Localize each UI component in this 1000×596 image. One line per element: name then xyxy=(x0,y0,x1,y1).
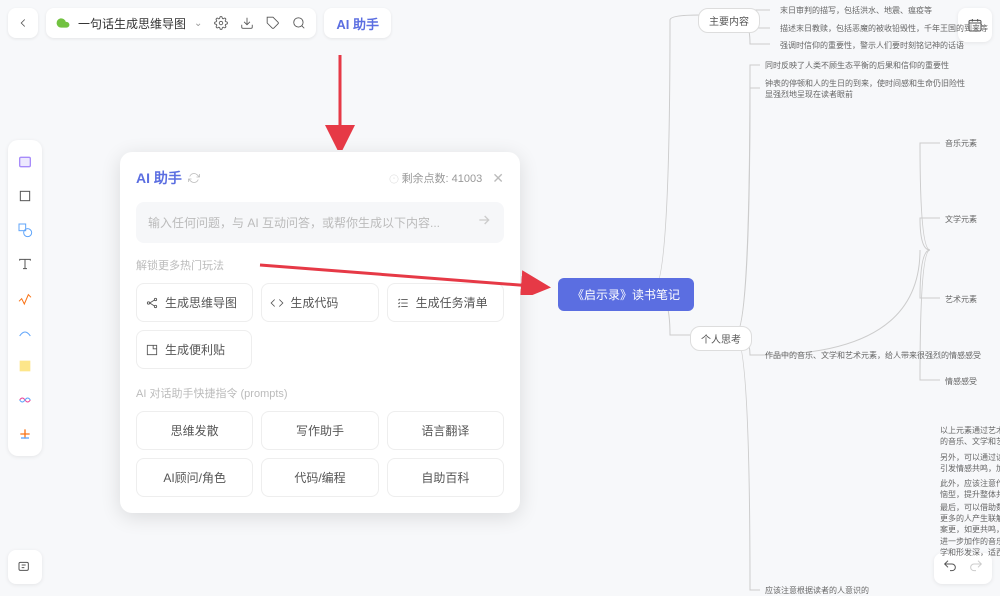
leaf-t10[interactable]: 此外，应该注意作品板恼型，提升整体共 xyxy=(940,478,1000,500)
quick-code-label: 生成代码 xyxy=(290,294,338,311)
tool-shape[interactable] xyxy=(11,216,39,244)
layers-icon xyxy=(17,559,33,575)
chevron-down-icon: ⌄ xyxy=(194,18,202,29)
top-toolbar: 一句话生成思维导图 ⌄ AI 助手 xyxy=(8,8,391,38)
quick-mindmap-label: 生成思维导图 xyxy=(165,294,237,311)
tool-pen[interactable] xyxy=(11,284,39,312)
mindmap-canvas[interactable]: 主要内容 个人思考 末日审判的描写，包括洪水、地震、瘟疫等 描述末日教赎，包括恶… xyxy=(660,0,1000,594)
quick-actions-row2: 生成便利贴 xyxy=(136,330,504,369)
leaf-art[interactable]: 艺术元素 xyxy=(945,294,977,305)
cloud-icon xyxy=(56,16,70,30)
quick-code[interactable]: 生成代码 xyxy=(261,283,378,322)
leaf-thought-1[interactable]: 同时反映了人类不顾生态平衡的后果和信仰的重要性 xyxy=(765,60,949,71)
leaf-t9[interactable]: 另外，可以通过读本会引发情感共鸣，加深 xyxy=(940,452,1000,474)
ai-input-container xyxy=(136,202,504,243)
layers-button[interactable] xyxy=(8,550,42,584)
prompts-section-label: AI 对话助手快捷指令 (prompts) xyxy=(136,385,504,401)
tool-mindmap[interactable] xyxy=(11,386,39,414)
leaf-main-2[interactable]: 描述末日教赎，包括恶魔的被收铅毁性，千年王国的到来等 xyxy=(780,23,988,34)
tool-frame[interactable] xyxy=(11,182,39,210)
leaf-emotion[interactable]: 情感感受 xyxy=(945,376,977,387)
tool-more[interactable] xyxy=(11,420,39,448)
branch-personal-thoughts[interactable]: 个人思考 xyxy=(690,326,752,351)
sticky-icon xyxy=(145,343,159,357)
ai-panel-meta: 剩余点数: 41003 ✕ xyxy=(389,170,505,187)
branch-main-content[interactable]: 主要内容 xyxy=(698,8,760,33)
quick-mindmap[interactable]: 生成思维导图 xyxy=(136,283,253,322)
tool-sticky[interactable] xyxy=(11,352,39,380)
send-button[interactable] xyxy=(476,212,492,233)
prompts-grid: 思维发散 写作助手 语言翻译 AI顾问/角色 代码/编程 自助百科 xyxy=(136,411,504,497)
document-title-bar[interactable]: 一句话生成思维导图 ⌄ xyxy=(46,8,316,38)
points-remaining: 剩余点数: 41003 xyxy=(389,170,483,186)
leaf-thought-6[interactable]: 作品中的音乐、文学和艺术元素，给人带来很强烈的情感感受 xyxy=(765,350,981,361)
prompt-translate[interactable]: 语言翻译 xyxy=(387,411,504,450)
leaf-main-3[interactable]: 强调时信仰的重要性，警示人们要时刻铭记神的话语 xyxy=(780,40,964,51)
ai-title-text: AI 助手 xyxy=(136,168,182,188)
checklist-icon xyxy=(396,296,410,310)
document-title: 一句话生成思维导图 xyxy=(78,15,186,32)
leaf-literature[interactable]: 文学元素 xyxy=(945,214,977,225)
quick-section-label: 解锁更多热门玩法 xyxy=(136,257,504,273)
prompt-encyclopedia[interactable]: 自助百科 xyxy=(387,458,504,497)
mindmap-icon xyxy=(145,296,159,310)
prompt-brainstorm[interactable]: 思维发散 xyxy=(136,411,253,450)
quick-sticky[interactable]: 生成便利贴 xyxy=(136,330,252,369)
quick-tasks-label: 生成任务清单 xyxy=(416,294,488,311)
back-button[interactable] xyxy=(8,8,38,38)
quick-sticky-label: 生成便利贴 xyxy=(165,341,225,358)
refresh-icon[interactable] xyxy=(188,172,200,184)
leaf-main-1[interactable]: 末日审判的描写，包括洪水、地震、瘟疫等 xyxy=(780,5,932,16)
prompt-consultant[interactable]: AI顾问/角色 xyxy=(136,458,253,497)
leaf-t8[interactable]: 以上元素通过艺术家中的音乐、文学和艺 xyxy=(940,425,1000,447)
prompt-writing[interactable]: 写作助手 xyxy=(261,411,378,450)
quick-tasks[interactable]: 生成任务清单 xyxy=(387,283,504,322)
tool-text[interactable] xyxy=(11,250,39,278)
left-tools-panel xyxy=(8,140,42,456)
leaf-thought-2[interactable]: 钟表的停顿和人的生日的到来，使时间感和生命仍旧险性显强烈地呈现在读者眼前 xyxy=(765,78,965,100)
points-text: 剩余点数: 41003 xyxy=(402,173,483,185)
ai-panel-title: AI 助手 xyxy=(136,168,200,188)
search-icon[interactable] xyxy=(292,16,306,30)
annotation-arrow-down xyxy=(320,50,360,150)
chevron-left-icon xyxy=(16,16,30,30)
send-icon xyxy=(476,212,492,228)
leaf-t11[interactable]: 最后，可以借助数学让更多的人产生联解决方案更，如更共鸣，从而进一步加作的音乐、文… xyxy=(940,502,1000,558)
tool-template[interactable] xyxy=(11,148,39,176)
close-button[interactable]: ✕ xyxy=(492,170,504,187)
quick-actions-row1: 生成思维导图 生成代码 生成任务清单 xyxy=(136,283,504,322)
ai-prompt-input[interactable] xyxy=(148,216,468,230)
ai-assistant-panel: AI 助手 剩余点数: 41003 ✕ 解锁更多热门玩法 生成思维导图 生成代码 xyxy=(120,152,520,513)
ai-assistant-button[interactable]: AI 助手 xyxy=(324,8,391,38)
tool-line[interactable] xyxy=(11,318,39,346)
leaf-music[interactable]: 音乐元素 xyxy=(945,138,977,149)
leaf-t12[interactable]: 应该注意根据读者的人意识的 xyxy=(765,585,869,596)
settings-icon[interactable] xyxy=(214,16,228,30)
download-icon[interactable] xyxy=(240,16,254,30)
tag-icon[interactable] xyxy=(266,16,280,30)
ai-panel-header: AI 助手 剩余点数: 41003 ✕ xyxy=(136,168,504,188)
code-icon xyxy=(270,296,284,310)
prompt-coding[interactable]: 代码/编程 xyxy=(261,458,378,497)
